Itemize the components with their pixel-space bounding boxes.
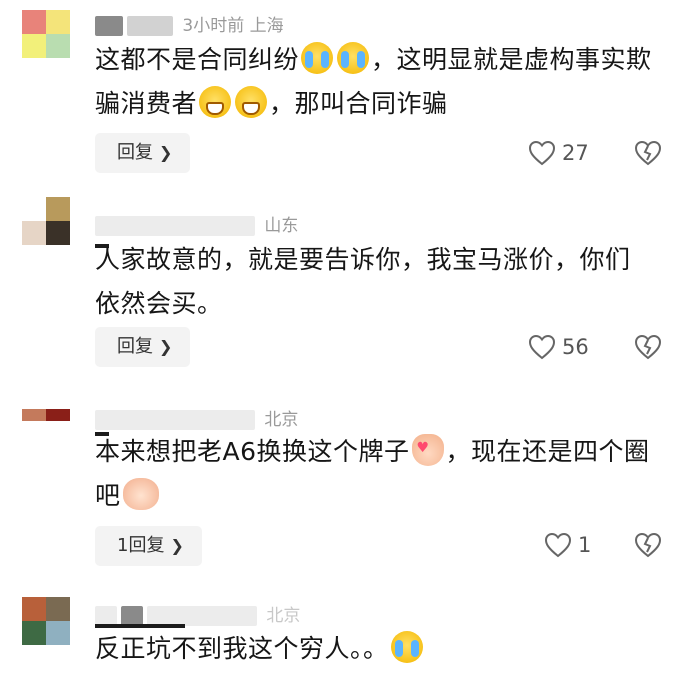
crying-laughing-emoji	[301, 42, 334, 74]
like-count: 1	[578, 533, 592, 557]
like-count: 56	[562, 335, 589, 359]
avatar[interactable]	[22, 597, 70, 645]
crying-laughing-emoji	[337, 42, 370, 74]
crying-laughing-emoji	[390, 631, 423, 663]
avatar[interactable]	[22, 10, 70, 58]
comment-time-location: 山东	[264, 216, 299, 236]
chevron-right-icon: ❯	[159, 337, 173, 356]
comment-meta: 山东	[95, 211, 299, 236]
heart-outline-icon	[528, 140, 556, 166]
grinning-emoji	[235, 86, 268, 118]
heart-outline-icon	[544, 532, 572, 558]
like-button[interactable]: 56	[528, 331, 589, 363]
grinning-emoji	[199, 86, 232, 118]
comment-meta: 3小时前 上海	[95, 11, 284, 36]
comment-meta: 北京	[95, 405, 299, 430]
broken-heart-icon[interactable]	[634, 531, 662, 559]
comment-text: 本来想把老A6换换这个牌子，现在还是四个圈吧	[95, 426, 675, 518]
avatar[interactable]	[22, 409, 70, 433]
comment-text: 反正坑不到我这个穷人。。	[95, 627, 675, 671]
comment-text: 这都不是合同纠纷 ，这明显就是虚构事实欺骗消费者 ，那叫合同诈骗	[95, 38, 675, 126]
comment-time-location: 3小时前 上海	[182, 16, 284, 36]
broken-heart-icon[interactable]	[634, 139, 662, 167]
broken-heart-icon[interactable]	[634, 333, 662, 361]
comment-text: 人家故意的，就是要告诉你，我宝马涨价，你们依然会买。	[95, 245, 631, 318]
comment-time-location: 北京	[266, 606, 301, 626]
handshake-emoji	[122, 478, 159, 510]
like-button[interactable]: 1	[544, 529, 591, 561]
finger-heart-emoji	[411, 426, 444, 470]
comment-meta: 北京	[95, 601, 301, 626]
like-count: 27	[562, 141, 589, 165]
reply-button[interactable]: 回复 ❯	[95, 327, 191, 367]
heart-outline-icon	[528, 334, 556, 360]
reply-button[interactable]: 1回复 ❯	[95, 526, 202, 566]
chevron-right-icon: ❯	[170, 536, 184, 555]
comment-time-location: 北京	[264, 410, 299, 430]
reply-button[interactable]: 回复 ❯	[95, 133, 191, 173]
avatar[interactable]	[22, 197, 70, 245]
like-button[interactable]: 27	[528, 137, 589, 169]
chevron-right-icon: ❯	[159, 143, 173, 162]
